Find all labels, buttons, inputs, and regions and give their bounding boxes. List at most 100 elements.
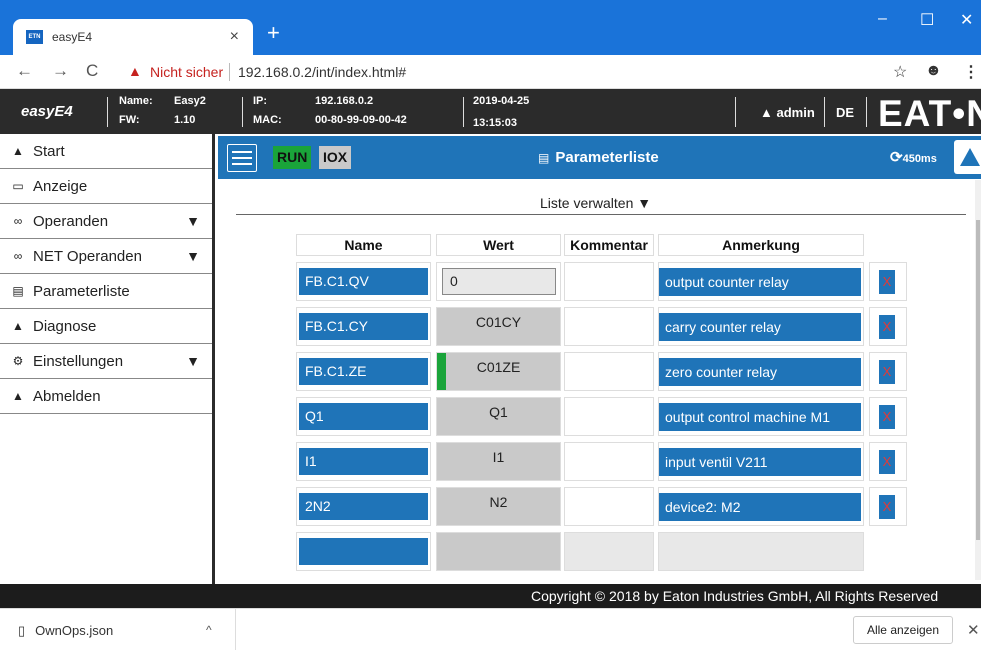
name-input[interactable]	[298, 537, 429, 566]
file-icon: ▯	[18, 623, 26, 638]
address-bar: ← → C ▲ Nicht sicher 192.168.0.2/int/ind…	[0, 55, 981, 89]
eaton-logo: EAT•N	[878, 93, 981, 134]
name-input[interactable]: FB.C1.QV	[298, 267, 429, 296]
date-value: 2019-04-25	[473, 95, 530, 107]
value-display: C01CY	[437, 308, 560, 345]
comment-input[interactable]	[565, 443, 653, 480]
chevron-down-icon[interactable]: ▼	[186, 248, 200, 264]
browser-tab[interactable]: ETN easyE4 ×	[13, 19, 253, 55]
cycle-time[interactable]: ⟳450ms	[890, 148, 937, 166]
copyright-text: Copyright © 2018 by Eaton Industries Gmb…	[531, 588, 939, 604]
close-download-bar-icon[interactable]: ✕	[967, 621, 980, 639]
note-input[interactable]: carry counter relay	[659, 313, 861, 341]
value-display: I1	[437, 443, 560, 480]
divider	[463, 97, 464, 127]
sidebar-item-start[interactable]: ▲ Start	[0, 134, 212, 169]
sidebar-item-label: Parameterliste	[33, 282, 130, 300]
note-input[interactable]	[659, 533, 863, 570]
scrollbar[interactable]	[975, 180, 981, 580]
security-warning[interactable]: Nicht sicher	[150, 64, 223, 80]
infinity-icon: ∞	[13, 214, 23, 228]
value-display: Q1	[437, 398, 560, 435]
arrow-up-icon	[960, 148, 980, 166]
minimize-icon[interactable]: –	[878, 10, 887, 28]
comment-input[interactable]	[565, 533, 653, 570]
divider	[866, 97, 867, 127]
value-input[interactable]: 0	[442, 268, 556, 295]
show-all-button[interactable]: Alle anzeigen	[853, 616, 953, 644]
reload-icon[interactable]: C	[86, 61, 98, 81]
comment-input[interactable]	[565, 308, 653, 345]
sidebar-item-label: Operanden	[33, 212, 109, 230]
sidebar-item-label: Diagnose	[33, 317, 97, 335]
name-input[interactable]: Q1	[298, 402, 429, 431]
comment-input[interactable]	[565, 488, 653, 525]
user-name: admin	[776, 105, 815, 120]
tab-close-icon[interactable]: ×	[230, 28, 239, 46]
divider	[824, 97, 825, 127]
download-file-name: OwnOps.json	[35, 623, 114, 638]
name-input[interactable]: FB.C1.CY	[298, 312, 429, 341]
run-status[interactable]: RUN	[273, 146, 312, 169]
sidebar-item-label: Abmelden	[33, 387, 101, 405]
back-icon[interactable]: ←	[16, 61, 33, 81]
note-input[interactable]: output counter relay	[659, 268, 861, 296]
scrollbar-thumb[interactable]	[976, 220, 980, 540]
sidebar-item-diagnose[interactable]: ▲ Diagnose	[0, 309, 212, 344]
note-input[interactable]: input ventil V211	[659, 448, 861, 476]
sidebar-item-label: Einstellungen	[33, 352, 124, 370]
more-icon[interactable]: ⋮	[963, 62, 979, 82]
sidebar-item-abmelden[interactable]: ▲ Abmelden	[0, 379, 212, 414]
sidebar-item-parameterliste[interactable]: ▤ Parameterliste	[0, 274, 212, 309]
user-menu[interactable]: ▲ admin	[760, 105, 815, 120]
tab-title: easyE4	[52, 30, 93, 44]
sidebar-item-einstellungen[interactable]: ⚙ Einstellungen ▼	[0, 344, 212, 379]
close-window-icon[interactable]: ✕	[960, 10, 973, 30]
delete-button[interactable]: X	[879, 360, 895, 384]
comment-input[interactable]	[565, 353, 653, 390]
name-value: Easy2	[174, 95, 206, 107]
language-selector[interactable]: DE	[836, 105, 854, 120]
name-input[interactable]: 2N2	[298, 492, 429, 521]
sidebar-item-net-operanden[interactable]: ∞ NET Operanden ▼	[0, 239, 212, 274]
chevron-up-icon[interactable]: ^	[206, 623, 212, 637]
new-tab-button[interactable]: +	[267, 22, 280, 44]
iox-status[interactable]: IOX	[319, 146, 352, 169]
cycle-time-value: 450ms	[902, 153, 937, 165]
sidebar-item-anzeige[interactable]: ▭ Anzeige	[0, 169, 212, 204]
maximize-icon[interactable]: ☐	[920, 10, 934, 30]
delete-button[interactable]: X	[879, 315, 895, 339]
scroll-up-button[interactable]	[954, 140, 981, 174]
value-display: C01ZE	[437, 353, 560, 390]
name-input[interactable]: FB.C1.ZE	[298, 357, 429, 386]
star-icon[interactable]: ☆	[893, 62, 907, 82]
sidebar-item-label: Anzeige	[33, 177, 88, 195]
download-item[interactable]: ▯ OwnOps.json	[18, 623, 113, 639]
forward-icon[interactable]: →	[52, 61, 69, 81]
account-icon[interactable]: ☻	[925, 62, 942, 80]
sidebar-item-operanden[interactable]: ∞ Operanden ▼	[0, 204, 212, 239]
name-input[interactable]: I1	[298, 447, 429, 476]
address-separator	[229, 63, 230, 81]
page-title-text: Parameterliste	[555, 149, 659, 166]
delete-button[interactable]: X	[879, 495, 895, 519]
manage-list-dropdown[interactable]: Liste verwalten ▼	[540, 195, 651, 211]
delete-button[interactable]: X	[879, 270, 895, 294]
delete-button[interactable]: X	[879, 450, 895, 474]
comment-input[interactable]	[565, 263, 653, 300]
column-header-kommentar: Kommentar	[564, 234, 654, 256]
url-field[interactable]: 192.168.0.2/int/index.html#	[238, 64, 406, 80]
column-header-anmerkung: Anmerkung	[658, 234, 864, 256]
delete-button[interactable]: X	[879, 405, 895, 429]
user-icon: ▲	[760, 105, 777, 120]
comment-input[interactable]	[565, 398, 653, 435]
infinity-icon: ∞	[13, 249, 23, 263]
divider	[242, 97, 243, 127]
favicon-icon: ETN	[26, 30, 43, 44]
chevron-down-icon[interactable]: ▼	[186, 213, 200, 229]
note-input[interactable]: device2: M2	[659, 493, 861, 521]
note-input[interactable]: output control machine M1	[659, 403, 861, 431]
note-input[interactable]: zero counter relay	[659, 358, 861, 386]
chevron-down-icon[interactable]: ▼	[186, 353, 200, 369]
menu-button[interactable]	[227, 144, 257, 172]
